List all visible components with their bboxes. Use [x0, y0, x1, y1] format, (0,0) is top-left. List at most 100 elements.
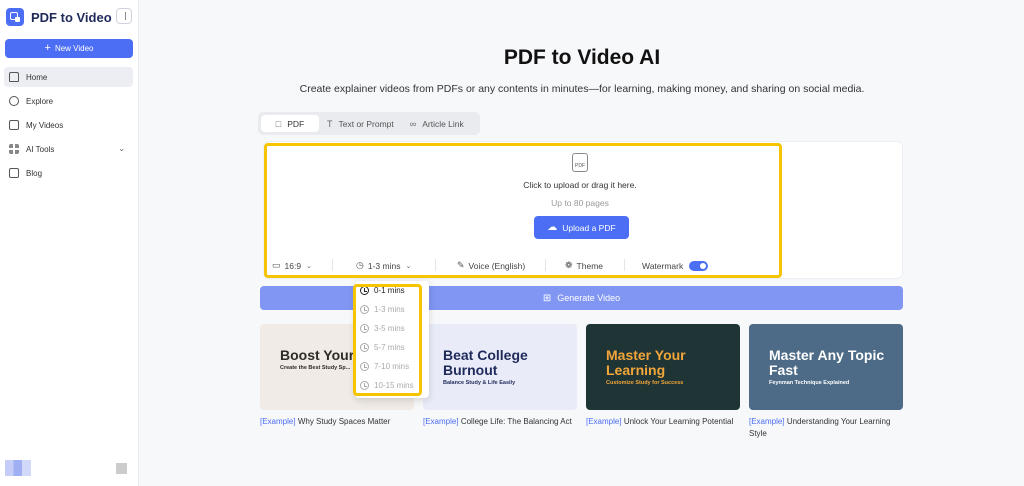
clock-icon [360, 323, 369, 333]
voice-icon: ✎ [457, 260, 465, 270]
tab-pdf[interactable]: □ PDF [261, 115, 319, 132]
compass-icon [9, 96, 19, 106]
sidebar-item-label: My Videos [26, 120, 64, 130]
document-icon [9, 168, 19, 178]
duration-option-label: 10-15 mins [374, 380, 414, 390]
example-tag: [Example] [423, 417, 459, 426]
sidebar-item-label: Explore [26, 96, 54, 106]
settings-icon[interactable] [116, 463, 127, 474]
app-logo-icon [6, 8, 24, 26]
avatar[interactable] [5, 460, 31, 476]
sidebar-nav: Home Explore My Videos AI Tools ⌄ Blog [4, 67, 133, 187]
brand[interactable]: PDF to Video [6, 8, 112, 26]
sidebar-item-my-videos[interactable]: My Videos [4, 115, 133, 135]
duration-option[interactable]: 3-5 mins [360, 322, 405, 334]
sidebar-item-home[interactable]: Home [4, 67, 133, 87]
thumbnail-subtitle: Balance Study & Life Easily [443, 380, 516, 386]
tab-text-or-prompt[interactable]: T Text or Prompt [319, 115, 402, 132]
example-card-thumbnail[interactable]: Master Your Learning Customize Study for… [586, 324, 740, 410]
watermark-toggle[interactable] [689, 260, 709, 271]
voice-select[interactable]: ✎ Voice (English) [457, 259, 525, 272]
example-card-caption[interactable]: [Example] Unlock Your Learning Potential [586, 416, 740, 428]
duration-option-label: 3-5 mins [374, 323, 405, 333]
divider [332, 259, 333, 271]
duration-option-label: 1-3 mins [374, 304, 405, 314]
new-video-button[interactable]: + New Video [5, 39, 133, 58]
upload-button-label: Upload a PDF [562, 222, 616, 233]
plus-icon: + [44, 42, 51, 54]
sidebar-item-label: Home [26, 72, 48, 82]
clock-icon [360, 304, 369, 314]
tab-article-link[interactable]: ∞ Article Link [402, 115, 472, 132]
collapse-sidebar-icon[interactable] [116, 8, 132, 24]
pdf-icon: □ [275, 118, 282, 129]
example-card-thumbnail[interactable]: Beat College Burnout Balance Study & Lif… [423, 324, 577, 410]
example-caption: College Life: The Balancing Act [460, 417, 572, 426]
home-icon [9, 72, 19, 82]
app-name: PDF to Video [31, 9, 112, 25]
page-title: PDF to Video AI [503, 46, 661, 69]
example-card-caption[interactable]: [Example] Understanding Your Learning St… [749, 416, 903, 440]
duration-option[interactable]: 1-3 mins [360, 303, 405, 315]
duration-option-label: 5-7 mins [374, 342, 405, 352]
tab-label: PDF [287, 118, 305, 129]
aspect-ratio-select[interactable]: ▭ 16:9 ⌄ [272, 259, 312, 272]
theme-label: Theme [576, 260, 604, 271]
upload-hint: Click to upload or drag it here. [523, 180, 637, 190]
duration-select[interactable]: ◷ 1-3 mins ⌄ [356, 259, 411, 272]
duration-option[interactable]: 7-10 mins [360, 360, 409, 372]
chevron-down-icon: ⌄ [405, 262, 412, 270]
upload-pdf-button[interactable]: ☁ Upload a PDF [534, 216, 629, 239]
grid-icon [9, 144, 19, 154]
divider [624, 259, 625, 271]
video-icon [9, 120, 19, 130]
sidebar-item-blog[interactable]: Blog [4, 163, 133, 183]
example-tag: [Example] [586, 417, 622, 426]
duration-option[interactable]: 5-7 mins [360, 341, 405, 353]
voice-value: Voice (English) [468, 260, 526, 271]
clock-icon: ◷ [356, 260, 364, 270]
text-icon: T [327, 118, 333, 129]
theme-select[interactable]: ❁ Theme [565, 259, 603, 272]
thumbnail-subtitle: Customize Study for Success [606, 380, 684, 386]
aspect-ratio-value: 16:9 [284, 260, 302, 271]
sidebar-item-ai-tools[interactable]: AI Tools ⌄ [4, 139, 133, 159]
new-video-label: New Video [54, 44, 94, 53]
example-card-thumbnail[interactable]: Master Any Topic Fast Feynman Technique … [749, 324, 903, 410]
divider [545, 259, 546, 271]
example-tag: [Example] [260, 417, 296, 426]
duration-value: 1-3 mins [367, 260, 401, 271]
clock-icon [360, 342, 369, 352]
thumbnail-title: Master Your Learning [606, 347, 686, 378]
sidebar-item-explore[interactable]: Explore [4, 91, 133, 111]
watermark-setting: Watermark [642, 259, 709, 272]
example-card-caption[interactable]: [Example] College Life: The Balancing Ac… [423, 416, 577, 428]
palette-icon: ❁ [565, 260, 573, 270]
duration-option-label: 0-1 mins [374, 285, 405, 295]
tab-label: Article Link [422, 118, 464, 129]
thumbnail-subtitle: Feynman Technique Explained [769, 380, 850, 386]
sidebar: PDF to Video + New Video Home Explore My… [0, 0, 139, 486]
clock-icon [360, 285, 369, 295]
duration-option[interactable]: 10-15 mins [360, 379, 414, 391]
watermark-label: Watermark [642, 260, 684, 271]
duration-dropdown: 0-1 mins 1-3 mins 3-5 mins 5-7 mins 7-10… [355, 281, 429, 398]
duration-option-label: 7-10 mins [374, 361, 410, 371]
input-tabs: □ PDF T Text or Prompt ∞ Article Link [258, 112, 480, 135]
upload-limit: Up to 80 pages [551, 198, 609, 208]
link-icon: ∞ [409, 118, 417, 129]
duration-option[interactable]: 0-1 mins [360, 284, 405, 296]
sidebar-item-label: AI Tools [26, 144, 55, 154]
example-caption: Why Study Spaces Matter [297, 417, 391, 426]
cloud-upload-icon: ☁ [547, 222, 558, 233]
thumbnail-title: Beat College Burnout [443, 347, 528, 378]
add-video-icon: ⊞ [542, 292, 552, 304]
pdf-file-icon: PDF [572, 153, 588, 172]
example-tag: [Example] [749, 417, 785, 426]
clock-icon [360, 380, 369, 390]
page-subtitle: Create explainer videos from PDFs or any… [299, 83, 865, 95]
generate-label: Generate Video [557, 293, 621, 303]
example-card-caption[interactable]: [Example] Why Study Spaces Matter [260, 416, 414, 428]
aspect-ratio-icon: ▭ [272, 260, 281, 270]
thumbnail-title: Master Any Topic Fast [769, 347, 885, 378]
